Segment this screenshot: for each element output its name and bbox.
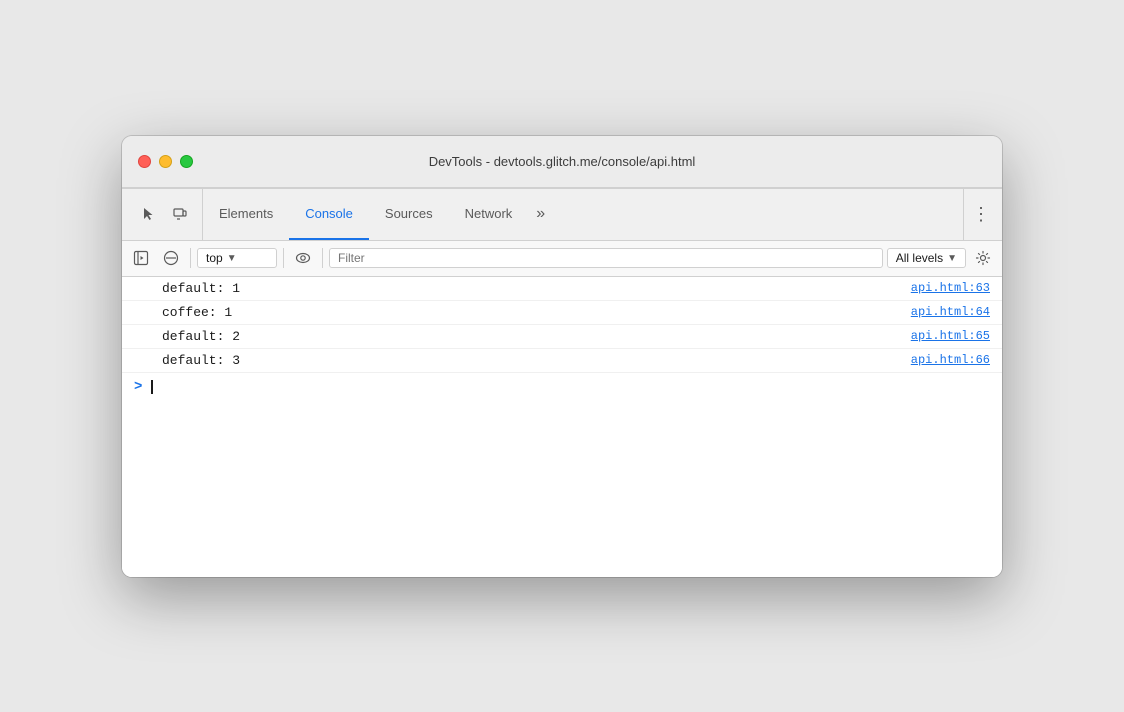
console-text: default: 3	[162, 353, 240, 368]
devtools-panel: Elements Console Sources Network » ⋮	[122, 188, 1002, 577]
console-source-link[interactable]: api.html:65	[911, 329, 990, 343]
tab-console[interactable]: Console	[289, 189, 369, 240]
console-text: default: 1	[162, 281, 240, 296]
tabs-container: Elements Console Sources Network »	[203, 189, 963, 240]
console-settings-button[interactable]	[970, 245, 996, 271]
console-source-link[interactable]: api.html:63	[911, 281, 990, 295]
traffic-lights	[138, 155, 193, 168]
window-title: DevTools - devtools.glitch.me/console/ap…	[429, 154, 696, 169]
device-toggle-icon[interactable]	[166, 200, 194, 228]
toolbar-divider-3	[322, 248, 323, 268]
titlebar: DevTools - devtools.glitch.me/console/ap…	[122, 136, 1002, 188]
tab-elements[interactable]: Elements	[203, 189, 289, 240]
console-toolbar: top ▼ All levels ▼	[122, 241, 1002, 277]
minimize-button[interactable]	[159, 155, 172, 168]
console-source-link[interactable]: api.html:64	[911, 305, 990, 319]
console-row: default: 3 api.html:66	[122, 349, 1002, 373]
console-row: coffee: 1 api.html:64	[122, 301, 1002, 325]
tab-overflow-button[interactable]: »	[528, 189, 553, 240]
toolbar-divider	[190, 248, 191, 268]
console-row: default: 1 api.html:63	[122, 277, 1002, 301]
devtools-window: DevTools - devtools.glitch.me/console/ap…	[122, 136, 1002, 577]
chevron-down-icon: ▼	[947, 253, 957, 264]
console-output: default: 1 api.html:63 coffee: 1 api.htm…	[122, 277, 1002, 577]
cursor-icon[interactable]	[134, 200, 162, 228]
tab-network[interactable]: Network	[449, 189, 529, 240]
live-expressions-button[interactable]	[290, 245, 316, 271]
console-text: coffee: 1	[162, 305, 232, 320]
log-levels-button[interactable]: All levels ▼	[887, 248, 966, 268]
clear-console-button[interactable]	[158, 245, 184, 271]
tabbar-more-button[interactable]: ⋮	[963, 189, 998, 240]
console-row: default: 2 api.html:65	[122, 325, 1002, 349]
tabbar-icons	[126, 189, 203, 240]
filter-input[interactable]	[329, 248, 883, 268]
close-button[interactable]	[138, 155, 151, 168]
console-text: default: 2	[162, 329, 240, 344]
chevron-down-icon: ▼	[227, 253, 237, 264]
console-prompt-icon: >	[134, 379, 142, 395]
context-selector[interactable]: top ▼	[197, 248, 277, 268]
tabbar: Elements Console Sources Network » ⋮	[122, 189, 1002, 241]
console-source-link[interactable]: api.html:66	[911, 353, 990, 367]
console-cursor	[151, 380, 153, 394]
maximize-button[interactable]	[180, 155, 193, 168]
toolbar-divider-2	[283, 248, 284, 268]
tab-sources[interactable]: Sources	[369, 189, 449, 240]
console-input-row: >	[122, 373, 1002, 401]
sidebar-toggle-button[interactable]	[128, 245, 154, 271]
